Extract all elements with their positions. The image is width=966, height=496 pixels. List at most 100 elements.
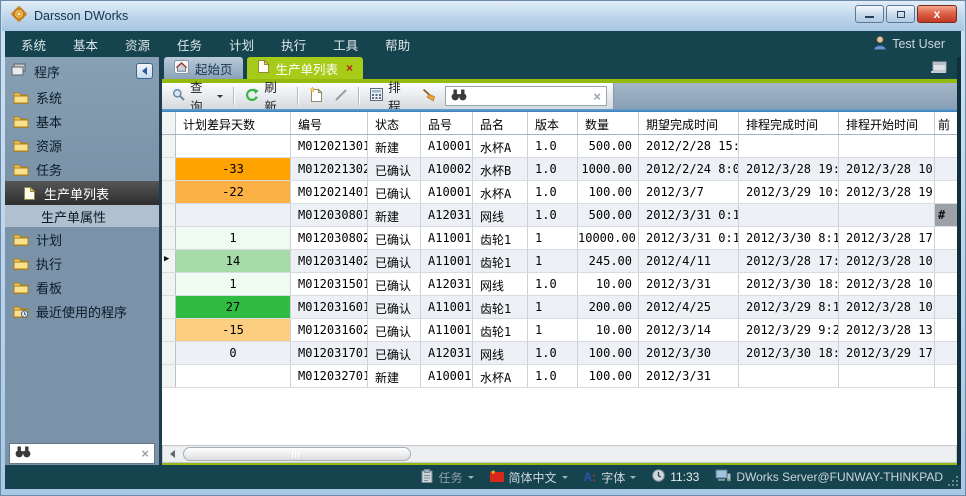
sidebar-item[interactable]: 系统 (5, 85, 159, 109)
cell-qty[interactable]: 1000.00 (578, 158, 639, 180)
cell-due[interactable]: 2012/2/24 8:00 (639, 158, 739, 180)
resize-grip[interactable] (948, 476, 958, 486)
cell-qty[interactable]: 10.00 (578, 319, 639, 341)
menu-item[interactable]: 帮助 (385, 35, 410, 54)
grid-filter-input[interactable] (472, 89, 588, 103)
cell-due[interactable]: 2012/3/30 (639, 342, 739, 364)
cell-end[interactable]: 2012/3/29 8:15 (739, 296, 839, 318)
cell-name[interactable]: 齿轮1 (473, 250, 528, 272)
row-indicator[interactable] (162, 273, 176, 295)
cell-due[interactable]: 2012/4/11 (639, 250, 739, 272)
cell-no[interactable]: M012031602 (291, 319, 368, 341)
cell-due[interactable]: 2012/3/31 (639, 365, 739, 387)
cell-diff[interactable]: -33 (176, 158, 291, 180)
cell-extra[interactable] (935, 273, 957, 295)
cell-no[interactable]: M012021302 (291, 158, 368, 180)
column-header-name[interactable]: 品名 (473, 112, 528, 134)
cell-qty[interactable]: 245.00 (578, 250, 639, 272)
row-indicator[interactable] (162, 365, 176, 387)
cell-start[interactable] (839, 135, 935, 157)
cell-qty[interactable]: 100.00 (578, 365, 639, 387)
cell-name[interactable]: 水杯A (473, 135, 528, 157)
menu-item[interactable]: 资源 (125, 35, 150, 54)
horizontal-scrollbar[interactable] (162, 445, 957, 463)
column-header-diff[interactable]: 计划差异天数 (176, 112, 291, 134)
column-header-item[interactable]: 品号 (421, 112, 473, 134)
menu-item[interactable]: 计划 (229, 35, 254, 54)
cell-extra[interactable] (935, 227, 957, 249)
cell-end[interactable] (739, 204, 839, 226)
cell-qty[interactable]: 100.00 (578, 181, 639, 203)
table-row[interactable]: 0M012031701已确认A12031网线1.0100.002012/3/30… (162, 342, 957, 365)
cell-status[interactable]: 已确认 (368, 319, 421, 341)
cell-extra[interactable] (935, 319, 957, 341)
cell-start[interactable]: 2012/3/28 19:10 (839, 181, 935, 203)
cell-item[interactable]: A11001 (421, 250, 473, 272)
menu-item[interactable]: 系统 (21, 35, 46, 54)
cell-diff[interactable] (176, 365, 291, 387)
task-dropdown[interactable]: 任务 (421, 469, 473, 486)
table-row[interactable]: 27M012031601已确认A11001齿轮11200.002012/4/25… (162, 296, 957, 319)
close-button[interactable]: x (917, 5, 957, 23)
cell-name[interactable]: 齿轮1 (473, 227, 528, 249)
cell-status[interactable]: 已确认 (368, 181, 421, 203)
sidebar-search-input[interactable] (36, 447, 136, 461)
cell-start[interactable]: 2012/3/28 17:13 (839, 227, 935, 249)
sidebar-search-clear-button[interactable]: × (141, 447, 149, 460)
row-indicator[interactable] (162, 342, 176, 364)
cell-due[interactable]: 2012/3/31 (639, 273, 739, 295)
cell-end[interactable]: 2012/3/30 18:00 (739, 342, 839, 364)
sidebar-item[interactable]: 资源 (5, 133, 159, 157)
cell-diff[interactable]: 0 (176, 342, 291, 364)
maximize-button[interactable] (886, 5, 915, 23)
cell-item[interactable]: A12031 (421, 204, 473, 226)
cell-diff[interactable]: 1 (176, 227, 291, 249)
menu-item[interactable]: 执行 (281, 35, 306, 54)
sidebar-item[interactable]: 计划 (5, 227, 159, 251)
cell-status[interactable]: 新建 (368, 204, 421, 226)
cell-ver[interactable]: 1 (528, 296, 578, 318)
cell-no[interactable]: M012021301 (291, 135, 368, 157)
cell-diff[interactable] (176, 204, 291, 226)
cell-qty[interactable]: 100.00 (578, 342, 639, 364)
cell-end[interactable]: 2012/3/30 8:15 (739, 227, 839, 249)
column-header-status[interactable]: 状态 (368, 112, 421, 134)
cell-no[interactable]: M012032701 (291, 365, 368, 387)
cell-qty[interactable]: 200.00 (578, 296, 639, 318)
cell-no[interactable]: M012030802 (291, 227, 368, 249)
cell-item[interactable]: A10001 (421, 135, 473, 157)
cell-item[interactable]: A12031 (421, 342, 473, 364)
row-indicator[interactable] (162, 204, 176, 226)
table-row[interactable]: -33M012021302已确认A10002水杯B1.01000.002012/… (162, 158, 957, 181)
cell-name[interactable]: 网线 (473, 273, 528, 295)
cell-no[interactable]: M012021401 (291, 181, 368, 203)
cell-start[interactable]: 2012/3/28 10:52 (839, 250, 935, 272)
sidebar-item[interactable]: 生产单属性 (5, 205, 159, 227)
cell-due[interactable]: 2012/3/14 (639, 319, 739, 341)
cell-start[interactable] (839, 365, 935, 387)
cell-item[interactable]: A11001 (421, 319, 473, 341)
edit-button[interactable] (330, 86, 352, 107)
scrollbar-thumb[interactable] (183, 447, 411, 461)
language-dropdown[interactable]: 简体中文 (490, 469, 568, 486)
cell-diff[interactable]: 1 (176, 273, 291, 295)
table-row[interactable]: -22M012021401已确认A10001水杯A1.0100.002012/3… (162, 181, 957, 204)
cell-ver[interactable]: 1.0 (528, 158, 578, 180)
table-row[interactable]: M012032701新建A10001水杯A1.0100.002012/3/31 (162, 365, 957, 388)
cell-start[interactable]: 2012/3/28 10:52 (839, 296, 935, 318)
cell-no[interactable]: M012031601 (291, 296, 368, 318)
font-dropdown[interactable]: A: 字体 (584, 469, 637, 486)
column-header-ver[interactable]: 版本 (528, 112, 578, 134)
cell-qty[interactable]: 500.00 (578, 204, 639, 226)
cell-status[interactable]: 已确认 (368, 227, 421, 249)
cell-name[interactable]: 齿轮1 (473, 319, 528, 341)
cell-status[interactable]: 已确认 (368, 342, 421, 364)
cell-extra[interactable] (935, 365, 957, 387)
cell-diff[interactable] (176, 135, 291, 157)
cell-end[interactable]: 2012/3/28 17:13 (739, 250, 839, 272)
cell-diff[interactable]: -15 (176, 319, 291, 341)
cell-end[interactable]: 2012/3/29 9:20 (739, 319, 839, 341)
cell-end[interactable]: 2012/3/28 19:10 (739, 158, 839, 180)
sidebar-item[interactable]: 看板 (5, 275, 159, 299)
cell-start[interactable]: 2012/3/29 17:46 (839, 342, 935, 364)
